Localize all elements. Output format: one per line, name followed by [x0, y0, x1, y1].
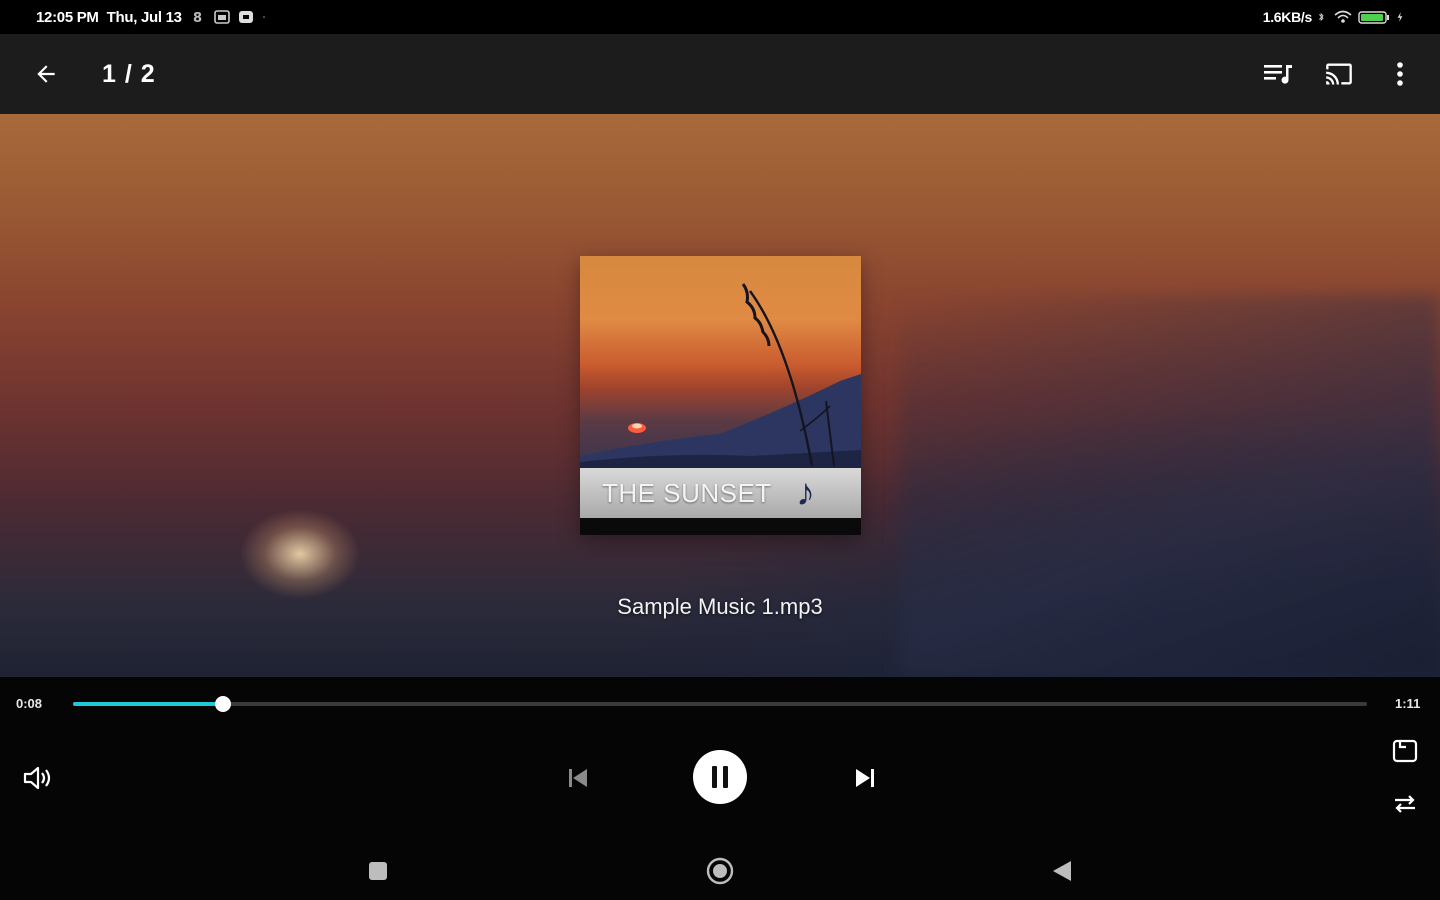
album-title: THE SUNSET [602, 477, 772, 508]
duration-time: 1:11 [1395, 696, 1421, 711]
elapsed-time: 0:08 [16, 696, 43, 711]
bluetooth-icon [1318, 12, 1324, 22]
app-toolbar: 1 / 2 [0, 34, 1440, 114]
previous-icon [569, 769, 587, 787]
battery-icon [1358, 11, 1389, 24]
status-left: 12:05 PM Thu, Jul 13 8 [36, 9, 270, 26]
recents-icon [369, 862, 387, 880]
next-button[interactable] [847, 761, 883, 795]
previous-button[interactable] [560, 761, 596, 795]
seek-thumb[interactable] [215, 696, 231, 712]
music-note-icon: ♪ [796, 472, 815, 514]
pause-button[interactable] [693, 750, 747, 804]
back-button[interactable] [16, 34, 76, 114]
back-arrow-icon [37, 65, 55, 83]
sim-icon: 8 [193, 11, 202, 24]
wifi-icon [1334, 10, 1352, 23]
album-scene-illustration [580, 283, 861, 468]
album-banner: THE SUNSET ♪ [580, 468, 861, 518]
album-art: THE SUNSET ♪ [580, 256, 861, 535]
repeat-shuffle-icon [1395, 795, 1415, 813]
now-playing-stage: THE SUNSET ♪ Sample Music 1.mp3 [0, 114, 1440, 677]
album-bottom-strip [580, 518, 861, 535]
status-time: 12:05 PM [36, 8, 99, 26]
player-controls: 0:08 1:11 [0, 677, 1440, 900]
seek-bar[interactable] [73, 696, 1367, 712]
cast-button[interactable] [1309, 34, 1369, 114]
notification-icon [238, 11, 253, 23]
charging-icon [1397, 12, 1403, 22]
volume-icon [23, 766, 51, 790]
screen-rotate-icon [1392, 739, 1418, 763]
volume-button[interactable] [18, 763, 58, 793]
screen-rotate-button[interactable] [1388, 735, 1422, 765]
home-icon [706, 857, 734, 885]
playlist-icon [1264, 65, 1292, 84]
svg-text:8: 8 [193, 11, 202, 24]
track-title: Sample Music 1.mp3 [617, 594, 823, 619]
page-counter: 1 / 2 [102, 60, 156, 88]
seek-progress [73, 702, 223, 706]
more-vert-icon [1397, 62, 1403, 86]
back-triangle-icon [1053, 861, 1071, 881]
dot-icon [262, 16, 265, 18]
cast-icon [1326, 63, 1352, 85]
status-bar: 12:05 PM Thu, Jul 13 8 1.6KB/s [0, 0, 1440, 34]
status-date: Thu, Jul 13 [106, 8, 182, 26]
recents-button[interactable] [358, 854, 398, 888]
pause-icon [712, 766, 728, 788]
repeat-shuffle-button[interactable] [1388, 789, 1422, 819]
next-icon [856, 769, 874, 787]
more-options-button[interactable] [1370, 34, 1430, 114]
net-speed: 1.6KB/s [1262, 9, 1313, 25]
system-back-button[interactable] [1042, 854, 1082, 888]
status-right: 1.6KB/s [1263, 9, 1404, 25]
gallery-icon [213, 10, 230, 24]
playlist-button[interactable] [1248, 34, 1308, 114]
home-button[interactable] [700, 854, 740, 888]
